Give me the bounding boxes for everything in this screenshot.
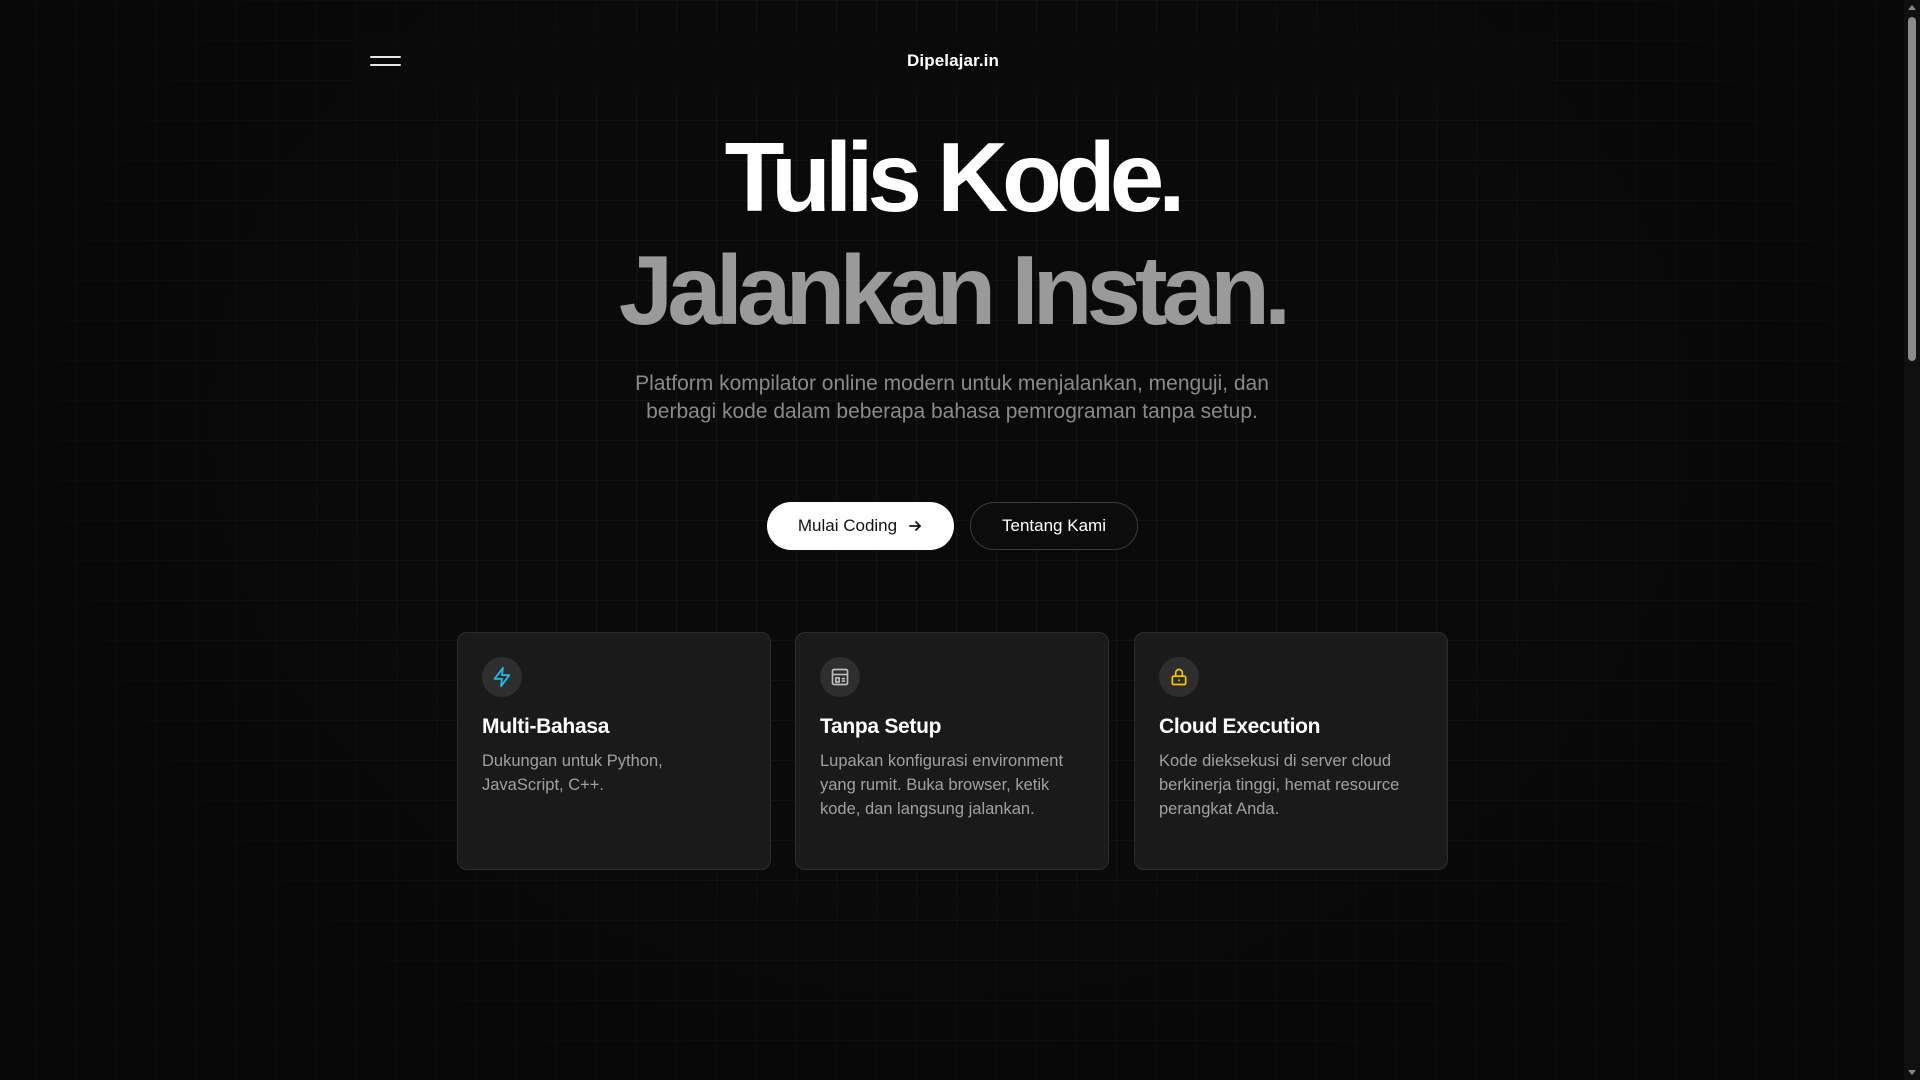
feature-card-no-setup: Tanpa Setup Lupakan konfigurasi environm… (795, 632, 1109, 870)
vertical-scrollbar[interactable] (1904, 0, 1920, 1080)
about-us-button[interactable]: Tentang Kami (970, 502, 1138, 550)
scrollbar-thumb[interactable] (1908, 17, 1916, 361)
lightning-icon (482, 657, 522, 697)
hero-subtitle: Platform kompilator online modern untuk … (635, 372, 1269, 423)
feature-description: Dukungan untuk Python, JavaScript, C++. (482, 752, 663, 794)
brand-name[interactable]: Dipelajar.in (353, 51, 1553, 71)
hero-headline-secondary: Jalankan Instan. (618, 235, 1292, 345)
feature-title: Tanpa Setup (820, 715, 942, 738)
feature-title: Cloud Execution (1159, 715, 1321, 738)
hero-headline-primary: Tulis Kode. (724, 122, 1186, 232)
feature-description: Lupakan konfigurasi environment yang rum… (820, 752, 1064, 818)
landing-page: Dipelajar.in Tulis Kode. Jalankan Instan… (0, 0, 1920, 1080)
feature-card-multi-language: Multi-Bahasa Dukungan untuk Python, Java… (457, 632, 771, 870)
arrow-right-icon (907, 518, 923, 534)
start-coding-label: Mulai Coding (797, 516, 898, 535)
feature-card-cloud-execution: Cloud Execution Kode dieksekusi di serve… (1134, 632, 1448, 870)
scroll-up-arrow-icon[interactable] (1908, 5, 1916, 10)
feature-title: Multi-Bahasa (482, 715, 610, 738)
scroll-down-arrow-icon[interactable] (1908, 1070, 1916, 1075)
about-us-label: Tentang Kami (1002, 516, 1106, 535)
feature-description: Kode dieksekusi di server cloud berkiner… (1159, 752, 1400, 818)
top-navbar: Dipelajar.in (353, 32, 1553, 92)
start-coding-button[interactable]: Mulai Coding (767, 502, 954, 550)
layout-icon (820, 657, 860, 697)
lock-icon (1159, 657, 1199, 697)
